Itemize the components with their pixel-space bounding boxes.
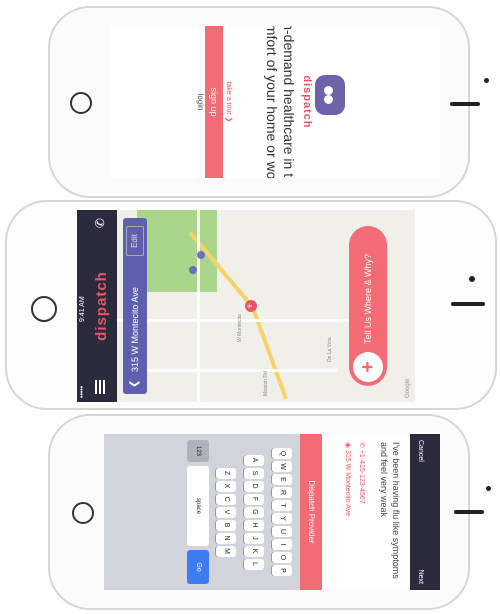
key-w[interactable]: W	[272, 461, 292, 472]
request-screen: Cancel Next I've been having flu like sy…	[104, 434, 440, 590]
logo-text: dispatch	[301, 75, 313, 129]
address-text: 315 W Montecito Ave	[130, 287, 140, 372]
signup-screen: dispatch On-demand healthcare in the com…	[110, 26, 440, 178]
keyboard-row-4: 123 space Go	[187, 434, 210, 590]
google-logo: Google	[405, 378, 411, 398]
key-s[interactable]: S	[244, 467, 264, 479]
home-button[interactable]	[72, 502, 94, 524]
key-g[interactable]: G	[244, 506, 264, 518]
keyboard-row-2: ASDFGHJKL	[244, 434, 266, 590]
where-why-button[interactable]: + Tell Us Where & Why?	[349, 226, 387, 386]
road-minor	[137, 369, 337, 372]
plus-icon: +	[353, 352, 383, 382]
key-b[interactable]: B	[216, 519, 236, 531]
nav-bar: ••••• 9:41 AM dispatch ✆	[77, 210, 117, 402]
tagline: On-demand healthcare in the comfort of y…	[264, 26, 297, 178]
key-h[interactable]: H	[244, 519, 264, 531]
map-label: De La Vina	[327, 337, 333, 362]
key-n[interactable]: N	[216, 532, 236, 544]
cancel-button[interactable]: Cancel	[417, 440, 424, 462]
phone-request: Cancel Next I've been having flu like sy…	[48, 414, 491, 610]
cta-label: Tell Us Where & Why?	[363, 253, 373, 344]
phone-number: ✆ +1-415-123-4567	[358, 442, 366, 504]
status-time: 9:41 AM	[79, 296, 86, 322]
key-l[interactable]: L	[244, 558, 264, 570]
key-m[interactable]: M	[216, 545, 236, 557]
map-screen: ••••• 9:41 AM dispatch ✆ ❮ 315 W Monteci…	[77, 210, 415, 402]
address-value: 315 W Montecito Ave	[344, 450, 351, 517]
key-f[interactable]: F	[244, 493, 264, 505]
camera-icon	[486, 486, 491, 491]
key-j[interactable]: J	[244, 532, 264, 544]
next-button[interactable]: Next	[417, 570, 424, 584]
earpiece-icon	[450, 102, 480, 106]
dispatch-logo-icon	[315, 75, 345, 115]
space-key[interactable]: space	[187, 466, 209, 546]
phone-icon[interactable]: ✆	[93, 218, 107, 228]
numbers-key[interactable]: 123	[187, 440, 209, 462]
key-x[interactable]: X	[216, 480, 236, 492]
edit-button[interactable]: Edit	[126, 226, 144, 256]
phone-icon: ✆	[358, 442, 365, 450]
key-z[interactable]: Z	[216, 467, 236, 479]
camera-icon	[484, 78, 489, 83]
earpiece-icon	[451, 302, 485, 306]
keyboard-row-1: QWERTYUIOP	[272, 434, 294, 590]
tour-link[interactable]: take a tour ❯	[225, 26, 233, 178]
key-k[interactable]: K	[244, 545, 264, 557]
phone-signup: dispatch On-demand healthcare in the com…	[48, 6, 489, 198]
carrier-status: •••••	[79, 385, 86, 398]
dispatch-provider-button[interactable]: Dispatch Provider	[300, 434, 322, 590]
road-minor	[197, 210, 200, 402]
chevron-left-icon: ❮	[129, 379, 140, 388]
earpiece-icon	[454, 510, 484, 514]
home-button[interactable]	[31, 296, 57, 322]
poi-marker	[197, 251, 205, 259]
signup-button[interactable]: sign up	[205, 26, 223, 178]
keyboard: QWERTYUIOP ASDFGHJKL ZXCVBNM 123 space Go	[104, 434, 300, 590]
location-icon: ◉	[344, 442, 351, 451]
key-i[interactable]: I	[272, 539, 292, 550]
message-text[interactable]: I've been having flu like symptoms and f…	[378, 442, 402, 582]
map-label: W Montecito	[237, 314, 243, 342]
phone-value: +1-415-123-4567	[358, 449, 365, 504]
address-line: ◉ 315 W Montecito Ave	[344, 442, 352, 516]
key-y[interactable]: Y	[272, 513, 292, 524]
nav-bar: Cancel Next	[410, 434, 440, 590]
camera-icon	[469, 276, 475, 282]
map-label: Mission Rd	[263, 371, 269, 396]
key-v[interactable]: V	[216, 506, 236, 518]
key-r[interactable]: R	[272, 487, 292, 498]
key-u[interactable]: U	[272, 526, 292, 537]
address-bar[interactable]: ❮ 315 W Montecito Ave Edit	[123, 218, 147, 394]
home-button[interactable]	[70, 92, 92, 114]
key-d[interactable]: D	[244, 480, 264, 492]
key-p[interactable]: P	[272, 565, 292, 576]
keyboard-row-3: ZXCVBNM	[216, 434, 238, 590]
key-t[interactable]: T	[272, 500, 292, 511]
location-pin-icon[interactable]: +	[245, 300, 257, 312]
go-key[interactable]: Go	[187, 550, 209, 584]
app-title: dispatch	[93, 271, 110, 341]
key-c[interactable]: C	[216, 493, 236, 505]
key-a[interactable]: A	[244, 454, 264, 466]
key-o[interactable]: O	[272, 552, 292, 563]
key-q[interactable]: Q	[272, 448, 292, 459]
key-e[interactable]: E	[272, 474, 292, 485]
phone-map: ••••• 9:41 AM dispatch ✆ ❮ 315 W Monteci…	[5, 200, 497, 410]
login-link[interactable]: login	[196, 26, 205, 178]
poi-marker	[189, 266, 197, 274]
